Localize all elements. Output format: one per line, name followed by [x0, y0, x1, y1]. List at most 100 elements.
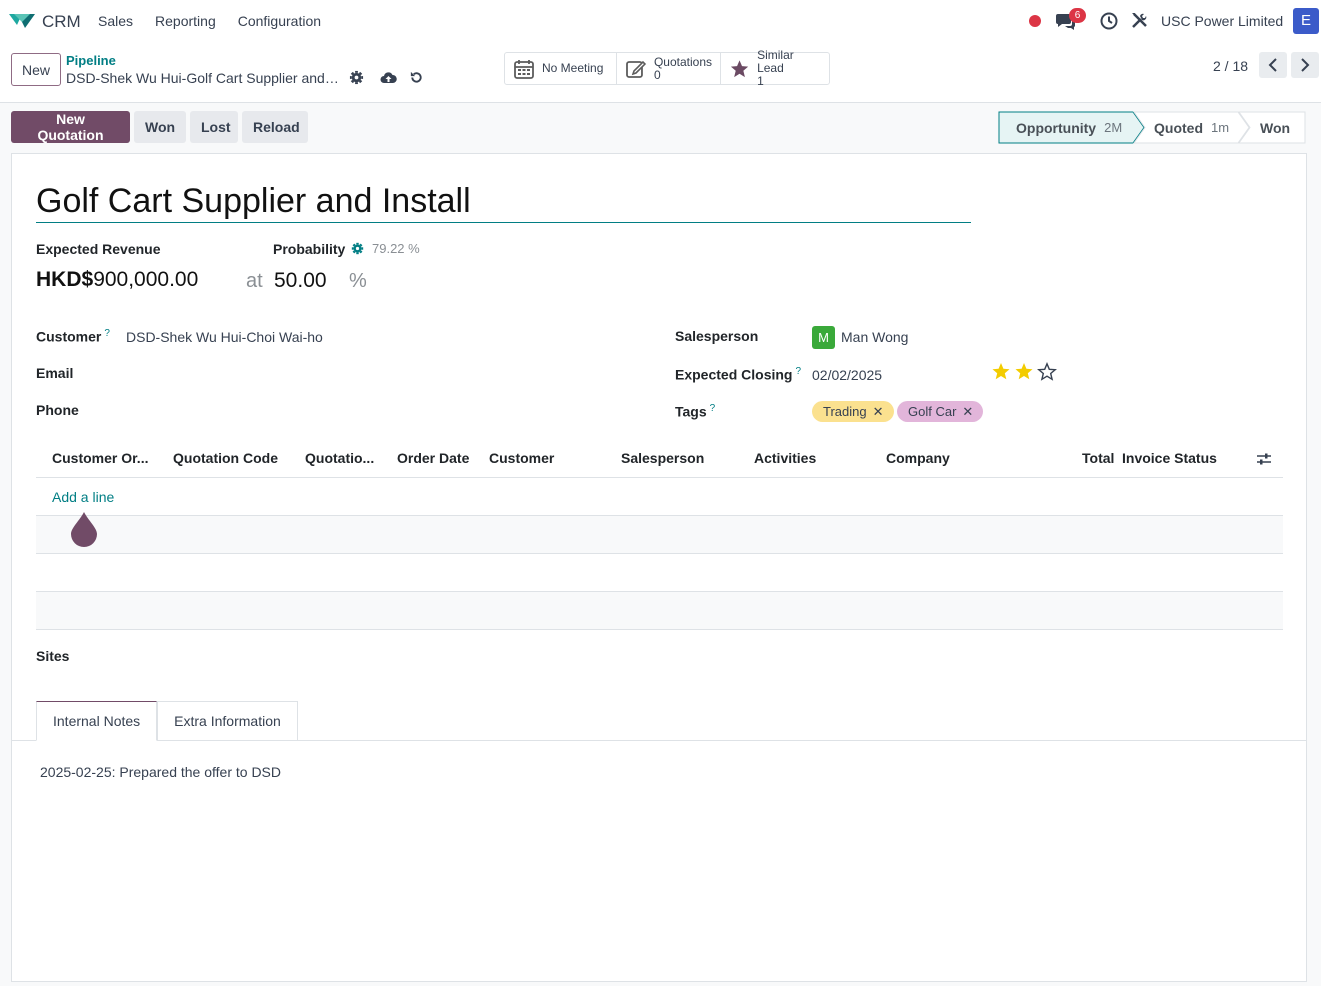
menu-reporting[interactable]: Reporting	[155, 13, 216, 29]
remove-tag-icon[interactable]: ✕	[873, 404, 884, 419]
probability-input[interactable]: 50.00	[274, 269, 327, 293]
customer-input[interactable]: DSD-Shek Wu Hui-Choi Wai-ho	[126, 329, 323, 345]
debug-tools-icon[interactable]	[1131, 12, 1148, 29]
expected-closing-input[interactable]: 02/02/2025	[812, 367, 882, 383]
column-settings-icon[interactable]	[1256, 452, 1272, 466]
stage-quoted-label: Quoted	[1154, 119, 1203, 136]
breadcrumb-current: DSD-Shek Wu Hui-Golf Cart Supplier and I…	[66, 70, 341, 86]
quotations-smart-button[interactable]: Quotations 0	[617, 53, 721, 84]
stage-quoted[interactable]: Quoted 1m	[1154, 111, 1249, 144]
table-row	[36, 478, 1283, 516]
status-bar: New Quotation Won Lost Reload Opportunit…	[0, 103, 1321, 153]
table-row	[36, 554, 1283, 592]
new-button[interactable]: New	[11, 53, 61, 86]
internal-notes-editor[interactable]: 2025-02-25: Prepared the offer to DSD	[40, 764, 281, 780]
auto-probability-value: 79.22 %	[372, 241, 420, 256]
col-quotation-code[interactable]: Quotation Code	[173, 450, 278, 466]
crm-logo-icon[interactable]	[8, 11, 36, 31]
col-salesperson[interactable]: Salesperson	[621, 450, 704, 466]
star-icon	[730, 59, 749, 77]
tab-extra-information[interactable]: Extra Information	[157, 701, 298, 740]
meeting-smart-button[interactable]: No Meeting	[505, 53, 617, 84]
customer-label: Customer?	[36, 328, 110, 345]
meeting-label: No Meeting	[542, 61, 604, 75]
quotations-label: Quotations	[653, 54, 712, 69]
control-panel: New Pipeline DSD-Shek Wu Hui-Golf Cart S…	[0, 42, 1321, 103]
stage-opportunity-label: Opportunity	[1016, 119, 1097, 136]
expected-closing-label: Expected Closing?	[675, 366, 802, 383]
menu-configuration[interactable]: Configuration	[238, 13, 321, 29]
help-icon[interactable]: ?	[710, 403, 716, 414]
clock-icon[interactable]	[1100, 12, 1118, 30]
drag-handle-icon[interactable]	[70, 510, 98, 548]
priority-star-2-icon	[1015, 363, 1033, 380]
col-invoice-status[interactable]: Invoice Status	[1122, 450, 1217, 466]
pencil-square-icon	[626, 60, 647, 78]
table-row	[36, 592, 1283, 630]
sites-label: Sites	[36, 648, 70, 664]
priority-star-3-icon	[1037, 362, 1057, 381]
col-customer-order[interactable]: Customer Or...	[52, 450, 148, 466]
priority-stars[interactable]	[991, 362, 1059, 382]
stage-won[interactable]: Won	[1260, 111, 1304, 144]
tag-trading: Trading ✕	[812, 401, 894, 422]
form-sheet: Golf Cart Supplier and Install Expected …	[11, 153, 1307, 982]
tags-label: Tags?	[675, 403, 716, 420]
company-switcher[interactable]: USC Power Limited	[1161, 13, 1283, 29]
similar-lead-count: 1	[757, 74, 764, 88]
pager-value[interactable]: 2 / 18	[1213, 58, 1248, 74]
main-menu: Sales Reporting Configuration	[98, 13, 343, 29]
col-company[interactable]: Company	[886, 450, 950, 466]
add-a-line-link[interactable]: Add a line	[52, 489, 114, 505]
quotation-table-header: Customer Or... Quotation Code Quotatio..…	[36, 440, 1283, 478]
smart-buttons: No Meeting Quotations 0 Similar Lead 1	[504, 49, 830, 88]
tag-golf-car: Golf Car ✕	[897, 401, 984, 422]
pager-previous-button[interactable]	[1259, 52, 1287, 78]
revenue-amount: 900,000.00	[93, 268, 199, 291]
auto-probability-gear-icon[interactable]	[351, 242, 364, 255]
app-name[interactable]: CRM	[42, 12, 81, 32]
tab-internal-notes[interactable]: Internal Notes	[36, 701, 158, 741]
top-navbar: CRM Sales Reporting Configuration 6 USC …	[0, 0, 1321, 42]
stage-opportunity[interactable]: Opportunity 2M	[1016, 111, 1146, 144]
similar-lead-smart-button[interactable]: Similar Lead 1	[721, 49, 829, 88]
calendar-icon	[514, 59, 534, 79]
lost-button[interactable]: Lost	[190, 111, 238, 143]
reload-button[interactable]: Reload	[242, 111, 308, 143]
col-quotation[interactable]: Quotatio...	[305, 450, 374, 466]
help-icon[interactable]: ?	[795, 366, 801, 377]
notebook-tabs: Internal Notes Extra Information	[36, 701, 298, 741]
gear-icon[interactable]	[349, 70, 364, 85]
expected-revenue-label: Expected Revenue	[36, 241, 161, 257]
at-label: at	[246, 270, 263, 292]
tab-divider	[12, 740, 1306, 741]
pager-next-button[interactable]	[1291, 52, 1319, 78]
table-row	[36, 516, 1283, 554]
chevron-right-icon	[1301, 58, 1310, 72]
col-customer[interactable]: Customer	[489, 450, 554, 466]
menu-sales[interactable]: Sales	[98, 13, 133, 29]
recording-indicator-icon[interactable]	[1029, 15, 1041, 27]
currency-symbol: HKD$	[36, 268, 94, 291]
col-activities[interactable]: Activities	[754, 450, 816, 466]
new-quotation-button[interactable]: New Quotation	[11, 111, 130, 143]
col-order-date[interactable]: Order Date	[397, 450, 469, 466]
salesperson-input[interactable]: Man Wong	[841, 329, 908, 345]
priority-star-1-icon	[992, 363, 1010, 380]
phone-label: Phone	[36, 402, 79, 418]
breadcrumb-pipeline[interactable]: Pipeline	[66, 53, 116, 68]
similar-lead-label: Similar Lead	[757, 48, 794, 75]
salesperson-avatar: M	[812, 326, 835, 349]
col-total[interactable]: Total	[1082, 450, 1114, 466]
stage-won-label: Won	[1260, 119, 1291, 136]
user-avatar[interactable]: E	[1293, 8, 1319, 34]
won-button[interactable]: Won	[134, 111, 186, 143]
quotations-count: 0	[653, 67, 661, 82]
opportunity-title-input[interactable]: Golf Cart Supplier and Install	[36, 182, 971, 223]
remove-tag-icon[interactable]: ✕	[962, 404, 973, 419]
stage-quoted-time: 1m	[1211, 120, 1230, 135]
expected-revenue-input[interactable]: HKD$900,000.00	[36, 268, 198, 292]
help-icon[interactable]: ?	[104, 328, 110, 339]
cloud-upload-icon[interactable]	[380, 70, 397, 85]
discard-changes-icon[interactable]	[409, 70, 424, 85]
